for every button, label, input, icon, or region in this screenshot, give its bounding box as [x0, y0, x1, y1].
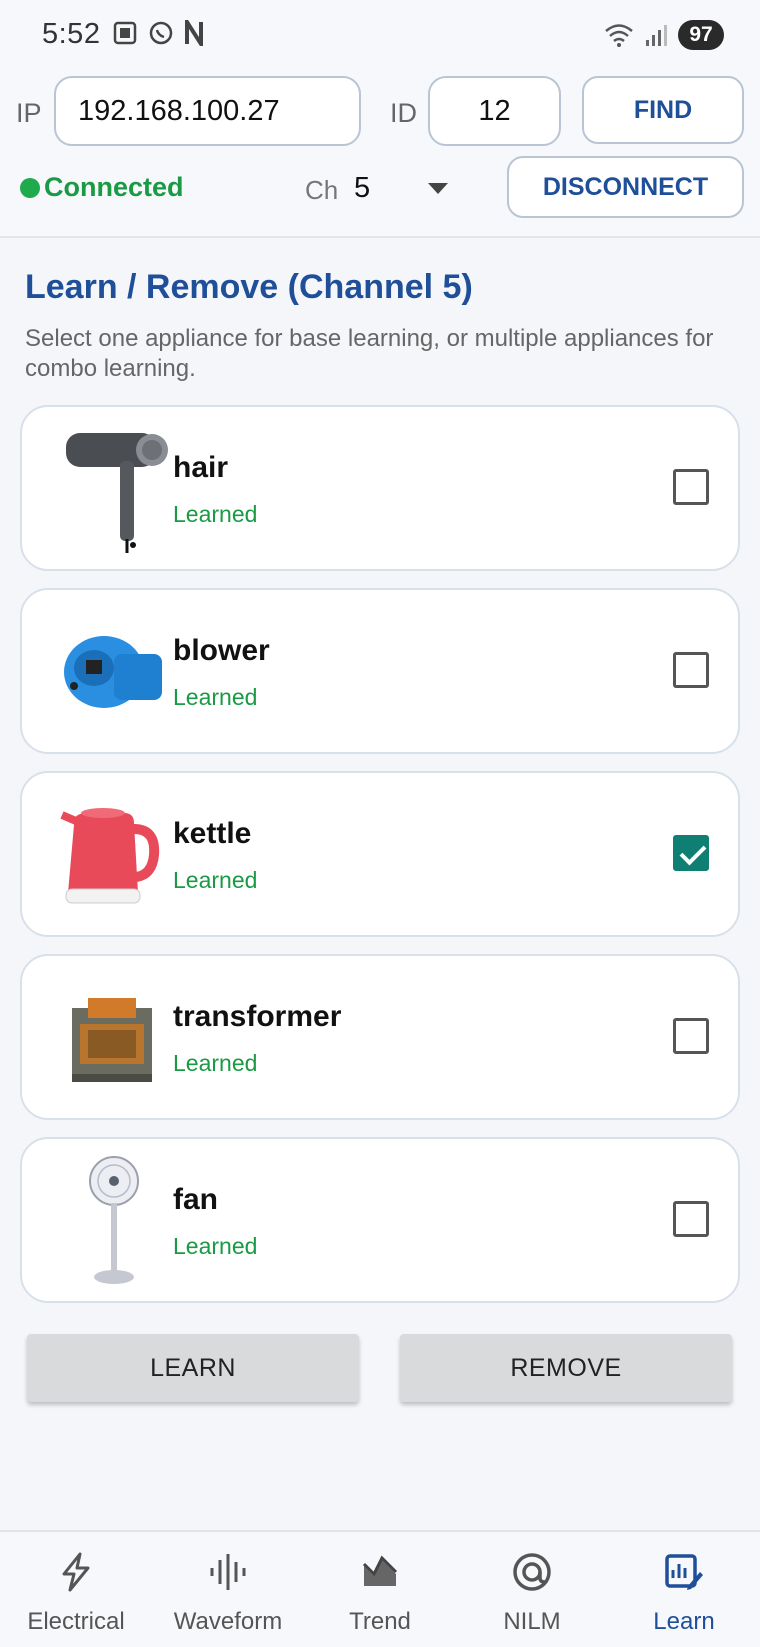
nav-item-learn[interactable]: Learn	[608, 1532, 760, 1647]
appliance-name: fan	[173, 1183, 218, 1216]
appliance-checkbox-blower[interactable]	[673, 652, 709, 688]
n-app-icon	[185, 20, 203, 46]
learn-button[interactable]: LEARN	[27, 1334, 359, 1402]
nav-label: Electrical	[27, 1608, 125, 1635]
appliance-status: Learned	[173, 1050, 258, 1076]
appliance-card-transformer[interactable]: transformer Learned	[20, 954, 740, 1120]
id-label: ID	[390, 98, 417, 128]
nav-label: NILM	[503, 1608, 561, 1635]
nav-item-waveform[interactable]: Waveform	[152, 1532, 304, 1647]
connection-header: IP 192.168.100.27 ID 12 FIND Connected C…	[0, 68, 760, 238]
transformer-icon	[72, 998, 152, 1082]
channel-label: Ch	[305, 175, 339, 205]
target-icon	[513, 1553, 551, 1591]
lightning-icon	[62, 1552, 90, 1592]
appliance-status: Learned	[173, 684, 258, 710]
signal-icon	[646, 25, 667, 46]
appliance-name: transformer	[173, 1000, 342, 1033]
appliance-name: kettle	[173, 817, 252, 850]
status-left-icons	[112, 20, 204, 46]
appliance-status: Learned	[173, 1233, 258, 1259]
nav-item-electrical[interactable]: Electrical	[0, 1532, 152, 1647]
nav-item-nilm[interactable]: NILM	[456, 1532, 608, 1647]
appliance-card-blower[interactable]: blower Learned	[20, 588, 740, 754]
appliance-name: blower	[173, 634, 270, 667]
connection-status-text: Connected	[44, 172, 184, 202]
learn-icon	[665, 1554, 703, 1590]
appliance-checkbox-fan[interactable]	[673, 1201, 709, 1237]
chevron-down-icon[interactable]	[428, 183, 448, 194]
page-description: Select one appliance for base learning, …	[25, 325, 714, 382]
wifi-icon	[605, 24, 633, 47]
whatsapp-icon	[149, 21, 173, 45]
status-right-icons: 97	[604, 20, 724, 50]
bottom-navigation: Electrical Waveform Trend NILM Learn	[0, 1530, 760, 1647]
fan-icon	[89, 1156, 139, 1284]
page-title: Learn / Remove (Channel 5)	[25, 268, 473, 306]
disconnect-button[interactable]: DISCONNECT	[507, 156, 744, 218]
appliance-card-hair[interactable]: hair Learned	[20, 405, 740, 571]
appliance-name: hair	[173, 451, 229, 484]
nav-item-trend[interactable]: Trend	[304, 1532, 456, 1647]
waveform-icon	[210, 1554, 246, 1590]
screenshot-icon	[113, 21, 137, 45]
nav-label: Trend	[349, 1608, 411, 1635]
status-time: 5:52	[42, 18, 101, 50]
appliance-card-fan[interactable]: fan Learned	[20, 1137, 740, 1303]
hair-dryer-icon	[66, 433, 168, 553]
id-input[interactable]: 12	[428, 76, 561, 146]
nav-label: Waveform	[173, 1608, 283, 1635]
connection-status: Connected	[20, 172, 184, 203]
channel-select[interactable]: 5	[354, 172, 370, 205]
appliance-status: Learned	[173, 501, 258, 527]
kettle-icon	[60, 808, 160, 904]
appliance-checkbox-kettle[interactable]	[673, 835, 709, 871]
trend-icon	[362, 1555, 398, 1586]
ip-input[interactable]: 192.168.100.27	[54, 76, 361, 146]
air-blower-icon	[64, 636, 162, 708]
battery-badge: 97	[678, 20, 724, 50]
status-dot-icon	[20, 177, 40, 198]
find-button[interactable]: FIND	[582, 76, 744, 144]
nav-label: Learn	[653, 1608, 715, 1635]
appliance-card-kettle[interactable]: kettle Learned	[20, 771, 740, 937]
appliance-checkbox-hair[interactable]	[673, 469, 709, 505]
ip-label: IP	[16, 98, 42, 128]
appliance-checkbox-transformer[interactable]	[673, 1018, 709, 1054]
appliance-status: Learned	[173, 867, 258, 893]
status-bar: 5:52 97	[0, 0, 760, 68]
remove-button[interactable]: REMOVE	[400, 1334, 732, 1402]
